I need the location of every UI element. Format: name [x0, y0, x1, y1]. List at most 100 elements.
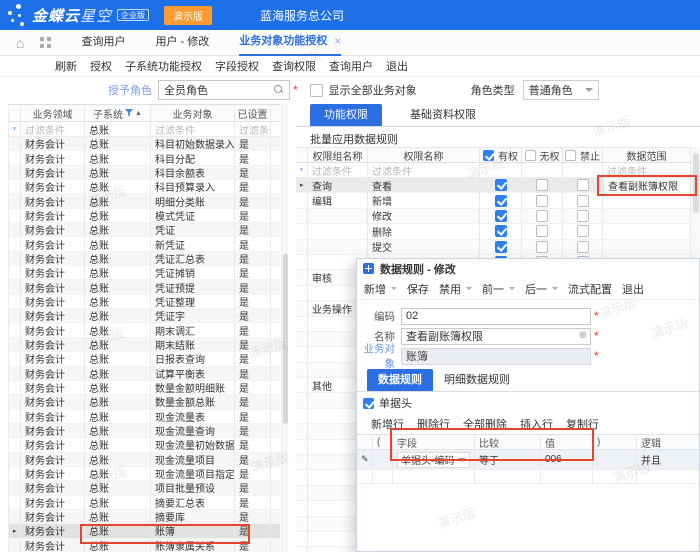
filter-cell-configured[interactable]: 过滤条件	[235, 122, 271, 136]
grid-toolbar-button[interactable]: 插入行	[520, 416, 553, 430]
col-header-deny[interactable]: 无权	[522, 148, 563, 162]
cell-field[interactable]: 单据头-编码	[393, 450, 475, 469]
cell-open-paren[interactable]	[373, 450, 393, 469]
col-header-configured[interactable]: 已设置	[235, 105, 271, 121]
dialog-toolbar-button[interactable]: 后一	[525, 281, 558, 297]
business-object-row[interactable]: 财务会计总账现金流量项目指定是	[9, 467, 280, 481]
business-object-row[interactable]: 财务会计总账数量金额明细账是	[9, 381, 280, 395]
col-header-grant[interactable]: 有权	[480, 148, 522, 162]
col-header-perm-group[interactable]: 权限组名称	[308, 148, 368, 162]
bill-head-checkbox[interactable]	[363, 398, 374, 409]
dialog-toolbar-button[interactable]: 前一	[482, 281, 515, 297]
col-header-perm-name[interactable]: 权限名称	[368, 148, 480, 162]
business-object-row[interactable]: 财务会计总账数量金额总账是	[9, 395, 280, 409]
col-header-subsystem[interactable]: 子系统 ▲	[85, 105, 151, 121]
grant-checkbox[interactable]	[495, 179, 507, 191]
filter-cell-scope[interactable]: 过滤条件	[603, 163, 690, 177]
grid-toolbar-button[interactable]: 删除行	[417, 416, 450, 430]
toolbar-button[interactable]: 授权	[90, 58, 112, 74]
business-object-row[interactable]: 财务会计总账摘要库是	[9, 510, 280, 524]
col-header-scope[interactable]: 数据范围	[603, 148, 690, 162]
col-header-open-paren[interactable]: (	[373, 435, 393, 449]
grant-all-checkbox[interactable]	[483, 150, 494, 161]
rule-row[interactable]	[357, 470, 699, 484]
permission-row[interactable]: 删除	[296, 224, 690, 239]
dialog-tab[interactable]: 明细数据规则	[433, 369, 521, 391]
deny-checkbox[interactable]	[536, 179, 548, 191]
business-object-row[interactable]: 财务会计总账摘要汇总表是	[9, 496, 280, 510]
col-header-domain[interactable]: 业务领域	[21, 105, 85, 121]
business-object-row[interactable]: 财务会计总账现金流量查询是	[9, 424, 280, 438]
permission-row[interactable]: 编辑新增	[296, 193, 690, 208]
cell-value[interactable]: 006	[541, 450, 593, 469]
menu-grid-icon[interactable]	[40, 37, 51, 48]
scrollbar-thumb[interactable]	[693, 153, 699, 213]
batch-apply-data-rule-link[interactable]: 批量应用数据规则	[310, 131, 398, 147]
col-header-value[interactable]: 值	[541, 435, 593, 449]
permission-row[interactable]: ▸查询查看查看副账簿权限	[296, 178, 690, 193]
window-tab[interactable]: 业务对象功能授权×	[239, 30, 341, 56]
business-object-row[interactable]: 财务会计总账科目余额表是	[9, 166, 280, 180]
name-input[interactable]: 查看副账簿权限⊕	[401, 328, 591, 345]
role-search-input[interactable]: 全员角色	[158, 80, 290, 100]
field-select[interactable]: 单据头-编码	[397, 452, 470, 468]
forbid-all-checkbox[interactable]	[565, 150, 576, 161]
business-object-row[interactable]: ▸财务会计总账账簿是	[9, 524, 280, 538]
grid-toolbar-button[interactable]: 全部删除	[463, 416, 507, 430]
business-object-row[interactable]: 财务会计总账现金流量项目是	[9, 453, 280, 467]
role-type-select[interactable]: 普通角色	[523, 80, 599, 100]
permission-row[interactable]: 修改	[296, 209, 690, 224]
business-object-row[interactable]: 财务会计总账凭证预提是	[9, 280, 280, 294]
grid-toolbar-button[interactable]: 复制行	[566, 416, 599, 430]
cell-logic[interactable]: 并且	[637, 450, 699, 469]
forbid-checkbox[interactable]	[577, 225, 589, 237]
business-object-row[interactable]: 财务会计总账现金流量表是	[9, 410, 280, 424]
left-table-scrollbar[interactable]	[281, 104, 288, 552]
toolbar-button[interactable]: 查询权限	[272, 58, 316, 74]
deny-checkbox[interactable]	[536, 225, 548, 237]
search-icon[interactable]	[274, 85, 284, 95]
business-object-row[interactable]: 财务会计总账凭证摊销是	[9, 266, 280, 280]
toolbar-button[interactable]: 子系统功能授权	[125, 58, 202, 74]
grant-checkbox[interactable]	[495, 210, 507, 222]
forbid-checkbox[interactable]	[577, 210, 589, 222]
business-object-row[interactable]: 财务会计总账期末结账是	[9, 338, 280, 352]
grant-checkbox[interactable]	[495, 195, 507, 207]
filter-cell-subsystem[interactable]: 总账	[85, 122, 151, 136]
business-object-row[interactable]: 财务会计总账日报表查询是	[9, 352, 280, 366]
deny-checkbox[interactable]	[536, 210, 548, 222]
col-header-logic[interactable]: 逻辑	[637, 435, 699, 449]
business-object-row[interactable]: 财务会计总账现金流量初始数据录入是	[9, 438, 280, 452]
filter-cell-name[interactable]: 过滤条件	[368, 163, 480, 177]
col-header-compare[interactable]: 比较	[475, 435, 541, 449]
window-tab[interactable]: 用户 - 修改	[155, 30, 209, 56]
toolbar-button[interactable]: 查询用户	[329, 58, 373, 74]
deny-checkbox[interactable]	[536, 195, 548, 207]
multilingual-icon[interactable]: ⊕	[579, 330, 587, 341]
business-object-row[interactable]: 财务会计总账凭证汇总表是	[9, 252, 280, 266]
dialog-toolbar-button[interactable]: 退出	[622, 281, 644, 297]
col-header-close-paren[interactable]: )	[593, 435, 637, 449]
filter-cell-object[interactable]: 过滤条件	[151, 122, 235, 136]
forbid-checkbox[interactable]	[577, 241, 589, 253]
dialog-tab[interactable]: 数据规则	[367, 369, 433, 391]
business-object-row[interactable]: 财务会计总账科目预算录入是	[9, 180, 280, 194]
permission-tab[interactable]: 功能权限	[310, 104, 382, 126]
deny-all-checkbox[interactable]	[525, 150, 536, 161]
home-icon[interactable]: ⌂	[16, 36, 24, 50]
forbid-checkbox[interactable]	[577, 179, 589, 191]
toolbar-button[interactable]: 字段授权	[215, 58, 259, 74]
business-object-row[interactable]: 财务会计总账模式凭证是	[9, 209, 280, 223]
show-all-checkbox[interactable]	[310, 84, 323, 97]
grid-toolbar-button[interactable]: 新增行	[371, 416, 404, 430]
business-object-row[interactable]: 财务会计总账明细分类账是	[9, 194, 280, 208]
scrollbar-thumb[interactable]	[283, 254, 288, 424]
toolbar-button[interactable]: 刷新	[55, 58, 77, 74]
business-object-row[interactable]: 财务会计总账凭证整理是	[9, 295, 280, 309]
dialog-toolbar-button[interactable]: 保存	[407, 281, 429, 297]
permission-row[interactable]: 提交	[296, 240, 690, 255]
col-header-forbid[interactable]: 禁止	[563, 148, 603, 162]
code-input[interactable]: 02	[401, 308, 591, 325]
grant-checkbox[interactable]	[495, 241, 507, 253]
deny-checkbox[interactable]	[536, 241, 548, 253]
